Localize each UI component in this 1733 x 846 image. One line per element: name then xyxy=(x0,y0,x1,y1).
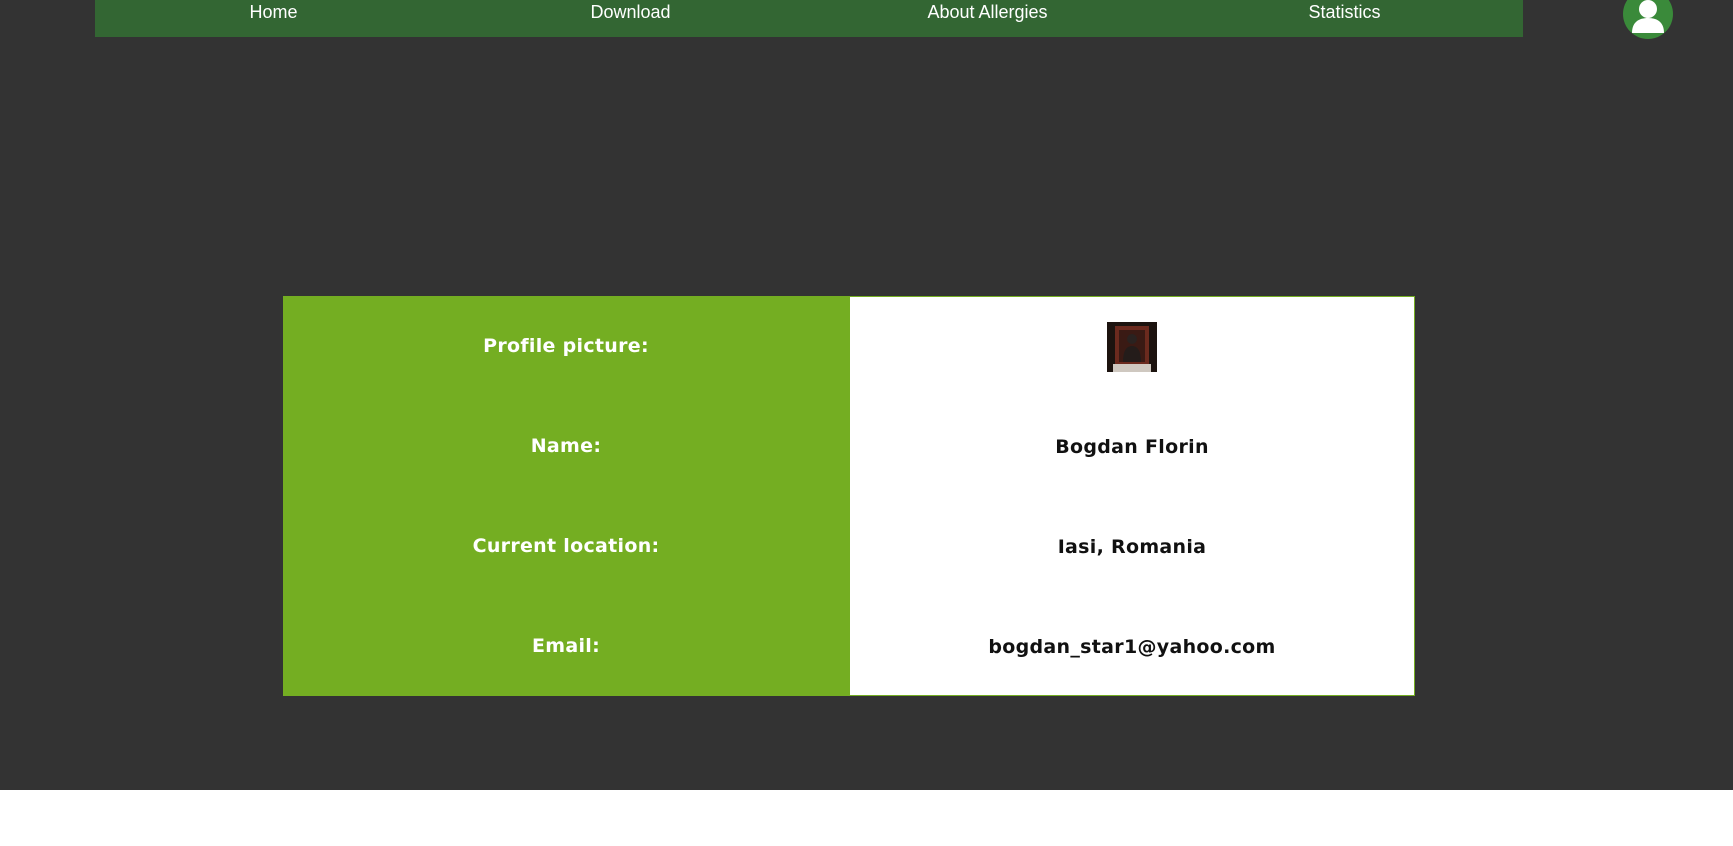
location-label: Current location: xyxy=(472,535,660,557)
profile-info-table: Profile picture: Name: Current location:… xyxy=(283,296,1415,696)
name-label: Name: xyxy=(530,435,602,457)
name-value: Bogdan Florin xyxy=(1055,436,1209,458)
nav-download-link[interactable]: Download xyxy=(452,0,809,37)
email-value: bogdan_star1@yahoo.com xyxy=(988,636,1276,658)
profile-picture xyxy=(1107,322,1157,372)
nav-home-link[interactable]: Home xyxy=(95,0,452,37)
nav-statistics-link[interactable]: Statistics xyxy=(1166,0,1523,37)
profile-labels-column: Profile picture: Name: Current location:… xyxy=(283,296,849,696)
nav-about-allergies-link[interactable]: About Allergies xyxy=(809,0,1166,37)
profile-picture-label: Profile picture: xyxy=(483,335,649,357)
profile-values-column: Bogdan Florin Iasi, Romania bogdan_star1… xyxy=(849,296,1415,696)
profile-picture-cell xyxy=(850,297,1414,397)
location-value: Iasi, Romania xyxy=(1057,536,1207,558)
email-label: Email: xyxy=(531,635,601,657)
top-navigation: Home Download About Allergies Statistics xyxy=(95,0,1523,37)
